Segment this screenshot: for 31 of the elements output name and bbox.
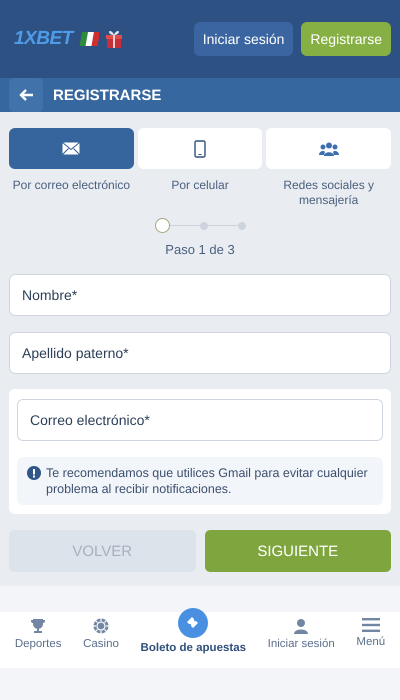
nav-item[interactable]: Iniciar sesión	[268, 612, 335, 650]
info-icon	[27, 466, 41, 480]
method-label: Por celular	[171, 178, 229, 193]
envelope-icon	[62, 142, 80, 155]
method-tab[interactable]	[9, 128, 134, 169]
nav-item[interactable]: Deportes	[14, 612, 62, 650]
nav-item[interactable]: Menú	[356, 612, 386, 648]
gift-icon	[104, 29, 123, 49]
login-button[interactable]: Iniciar sesión	[194, 22, 294, 56]
notice-text: Te recomendamos que utilices Gmail para evitar cualquier problema al recibir notificaciones.	[46, 465, 369, 497]
method-label: Por correo electrónico	[12, 178, 130, 193]
method-label: Redes sociales y mensajería	[282, 178, 376, 208]
next-button[interactable]: SIGUIENTE	[204, 530, 391, 572]
nav-item[interactable]: Casino	[83, 612, 119, 650]
nav-item[interactable]: Boleto de apuestas	[140, 608, 246, 654]
input-field[interactable]: Nombre*	[9, 274, 391, 316]
flag-icon	[78, 32, 99, 46]
chip-icon	[93, 618, 110, 634]
step-label: Paso 1 de 3	[165, 242, 235, 257]
trophy-icon	[30, 618, 46, 634]
method-tab[interactable]	[266, 128, 392, 169]
user-icon	[293, 618, 310, 634]
menu-icon	[362, 618, 380, 632]
email-field[interactable]: Correo electrónico*	[17, 399, 383, 441]
people-icon	[318, 142, 339, 156]
page-title: REGISTRARSE	[53, 86, 162, 104]
logo[interactable]: 1XBET	[14, 28, 73, 50]
phone-icon	[194, 140, 206, 158]
back-button[interactable]	[9, 78, 43, 112]
input-field[interactable]: Apellido paterno*	[9, 332, 391, 374]
back-arrow-icon	[18, 88, 34, 102]
